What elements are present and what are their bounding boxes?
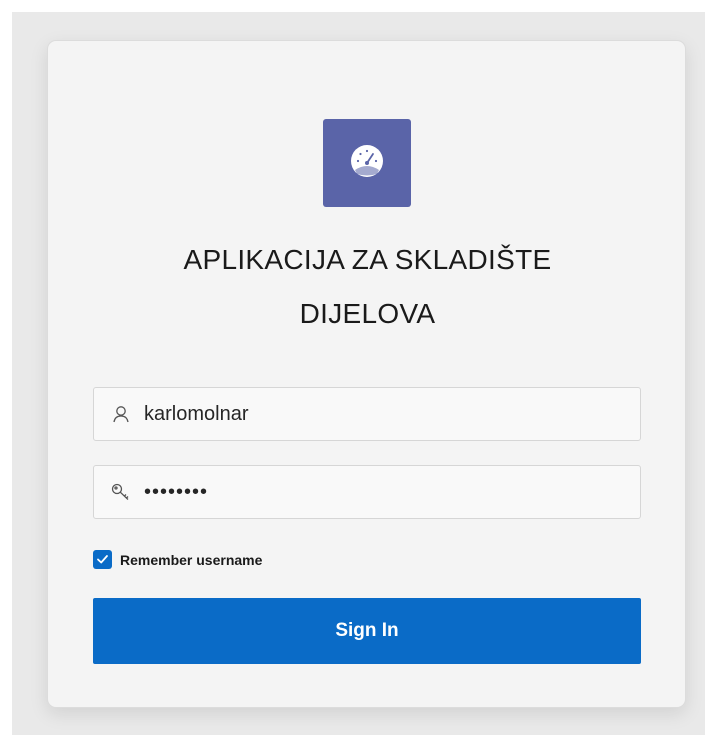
- login-card: APLIKACIJA ZA SKLADIŠTE DIJELOVA Re: [47, 40, 686, 708]
- username-input[interactable]: [144, 388, 640, 440]
- page-title: APLIKACIJA ZA SKLADIŠTE DIJELOVA: [48, 233, 687, 341]
- username-field[interactable]: [93, 387, 641, 441]
- user-icon: [110, 403, 132, 425]
- sign-in-button[interactable]: Sign In: [93, 598, 641, 664]
- gauge-icon: [347, 141, 387, 186]
- password-field[interactable]: [93, 465, 641, 519]
- remember-username-checkbox[interactable]: Remember username: [93, 550, 262, 569]
- key-icon: [110, 481, 132, 503]
- app-logo: [323, 119, 411, 207]
- title-line-1: APLIKACIJA ZA SKLADIŠTE: [183, 244, 552, 275]
- checkbox-checked-icon[interactable]: [93, 550, 112, 569]
- remember-username-label: Remember username: [120, 551, 263, 568]
- title-line-2: DIJELOVA: [299, 298, 436, 329]
- password-input[interactable]: [144, 466, 640, 518]
